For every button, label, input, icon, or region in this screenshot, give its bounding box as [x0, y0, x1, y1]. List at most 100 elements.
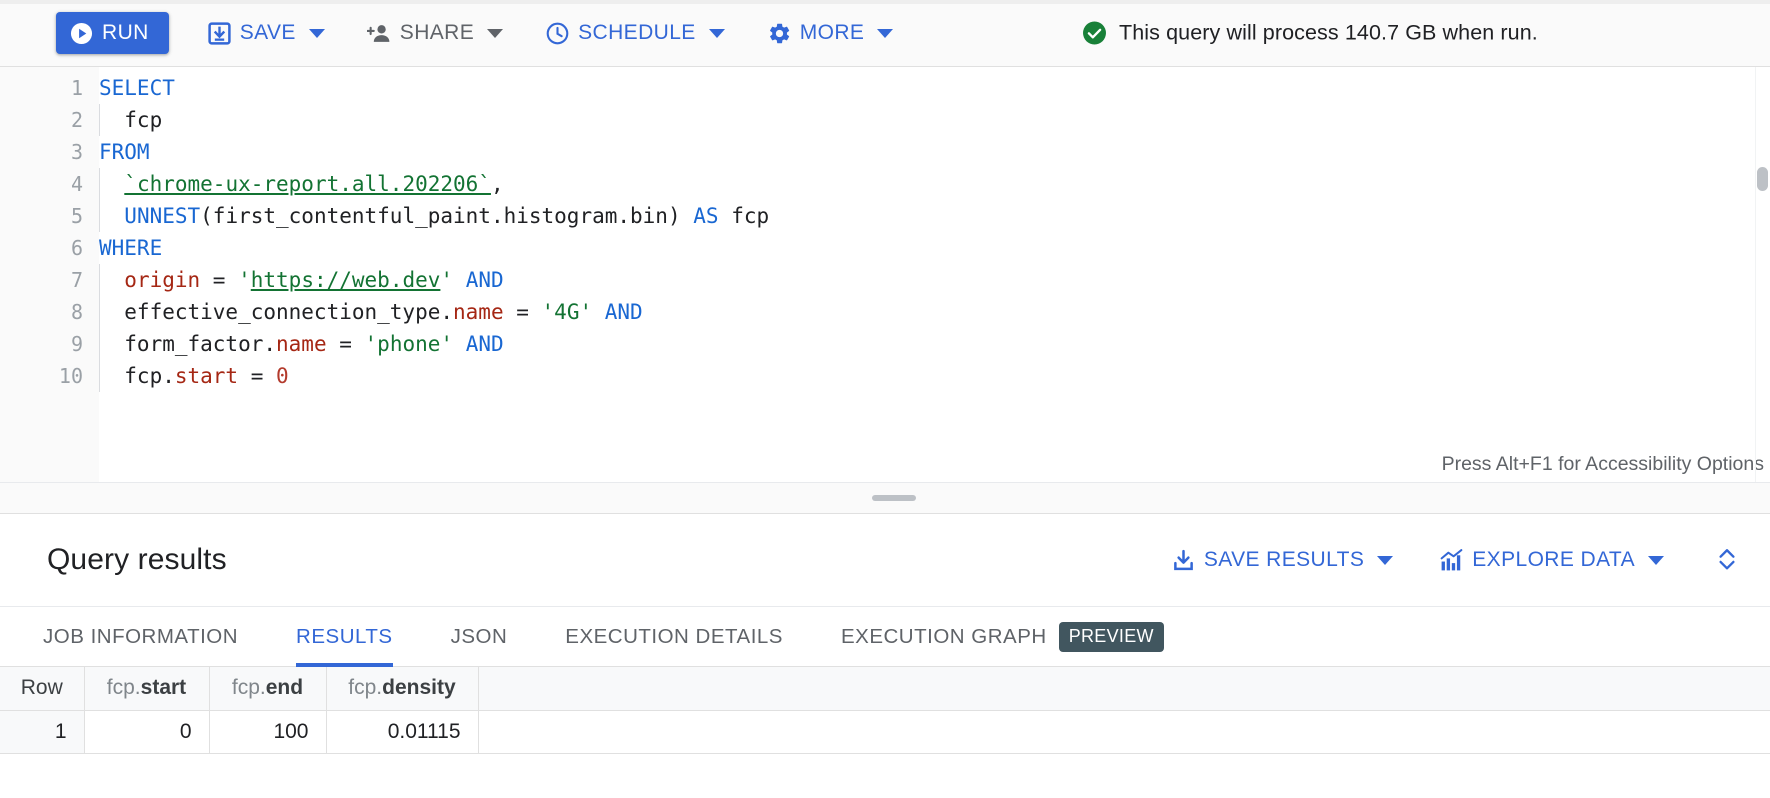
line-number: 1	[0, 72, 99, 104]
code-token: =	[238, 364, 276, 388]
splitter-grip-handle[interactable]	[872, 495, 916, 501]
save-button-label: SAVE	[240, 21, 296, 45]
code-token	[453, 268, 466, 292]
tab-results[interactable]: RESULTS	[267, 607, 422, 667]
code-token	[453, 332, 466, 356]
code-token: fcp.	[99, 364, 175, 388]
code-token: WHERE	[99, 236, 162, 260]
code-token: start	[175, 364, 238, 388]
share-button[interactable]: SHARE	[363, 12, 507, 54]
results-tab-bar[interactable]: JOB INFORMATION RESULTS JSON EXECUTION DETA…	[0, 606, 1770, 667]
code-line-text[interactable]: `chrome-ux-report.all.202206`,	[99, 168, 504, 200]
chevron-up-down-icon	[1713, 544, 1741, 577]
editor-scrollbar[interactable]	[1755, 67, 1770, 482]
bigquery-console: RUN SAVE SHARE	[0, 0, 1770, 798]
chart-line-icon	[1439, 548, 1464, 573]
cell-start: 0	[84, 710, 209, 753]
code-line: 7 origin = 'https://web.dev' AND	[0, 264, 1770, 296]
table-header-row: Rowfcp.startfcp.endfcp.density	[0, 667, 1770, 710]
code-token: name	[453, 300, 504, 324]
gear-icon	[767, 21, 792, 46]
code-line-text[interactable]: FROM	[99, 136, 150, 168]
save-results-label: SAVE RESULTS	[1204, 548, 1364, 572]
code-line-text[interactable]: origin = 'https://web.dev' AND	[99, 264, 504, 296]
code-token: name	[276, 332, 327, 356]
code-line: 9 form_factor.name = 'phone' AND	[0, 328, 1770, 360]
code-line-text[interactable]: WHERE	[99, 232, 162, 264]
code-token: =	[200, 268, 238, 292]
more-button[interactable]: MORE	[763, 12, 898, 54]
line-number: 3	[0, 136, 99, 168]
results-actions: SAVE RESULTS EXPLORE DATA	[1125, 540, 1744, 580]
tab-job-information[interactable]: JOB INFORMATION	[14, 607, 267, 667]
run-button[interactable]: RUN	[56, 12, 169, 54]
line-number: 2	[0, 104, 99, 136]
code-line: 5 UNNEST(first_contentful_paint.histogra…	[0, 200, 1770, 232]
line-number: 10	[0, 360, 99, 392]
code-line-text[interactable]: form_factor.name = 'phone' AND	[99, 328, 504, 360]
code-token	[99, 172, 124, 196]
expand-collapse-button[interactable]	[1710, 540, 1744, 580]
code-token	[99, 204, 124, 228]
code-token: (first_contentful_paint.histogram.bin)	[200, 204, 693, 228]
code-token: ,	[491, 172, 504, 196]
query-results-table: Rowfcp.startfcp.endfcp.density 101000.01…	[0, 667, 1770, 754]
cell-density: 0.01115	[326, 710, 478, 753]
chevron-down-icon	[877, 29, 893, 38]
editor-results-splitter[interactable]	[0, 482, 1770, 514]
table-row[interactable]: 101000.01115	[0, 710, 1770, 753]
code-token	[592, 300, 605, 324]
editor-scrollbar-thumb[interactable]	[1757, 167, 1768, 191]
code-token: fcp	[99, 108, 162, 132]
cell-filler	[478, 710, 1770, 753]
code-token: SELECT	[99, 76, 175, 100]
save-results-button[interactable]: SAVE RESULTS	[1171, 540, 1393, 580]
table-body: 101000.01115	[0, 710, 1770, 753]
tab-execution-graph[interactable]: EXECUTION GRAPHPREVIEW	[812, 607, 1193, 667]
chevron-down-icon	[709, 29, 725, 38]
line-number: 4	[0, 168, 99, 200]
column-header-row[interactable]: Row	[0, 667, 84, 710]
column-header-start[interactable]: fcp.start	[84, 667, 209, 710]
line-number: 9	[0, 328, 99, 360]
code-line-text[interactable]: SELECT	[99, 72, 175, 104]
code-token: origin	[124, 268, 200, 292]
code-token: AS	[693, 204, 718, 228]
code-line-text[interactable]: fcp.start = 0	[99, 360, 289, 392]
chevron-down-icon	[1377, 556, 1393, 565]
tab-label: RESULTS	[296, 625, 393, 649]
download-icon	[1171, 548, 1196, 573]
code-line-text[interactable]: UNNEST(first_contentful_paint.histogram.…	[99, 200, 769, 232]
accessibility-hint: Press Alt+F1 for Accessibility Options	[1442, 453, 1764, 476]
explore-data-button[interactable]: EXPLORE DATA	[1439, 540, 1664, 580]
sql-editor[interactable]: 1SELECT2 fcp3FROM4 `chrome-ux-report.all…	[0, 67, 1770, 482]
column-header-end[interactable]: fcp.end	[209, 667, 326, 710]
more-button-label: MORE	[800, 21, 865, 45]
cell-row: 1	[0, 710, 84, 753]
column-prefix: fcp.	[232, 676, 266, 699]
code-token: 0	[276, 364, 289, 388]
code-line: 1SELECT	[0, 72, 1770, 104]
line-number: 7	[0, 264, 99, 296]
tab-json[interactable]: JSON	[422, 607, 537, 667]
code-token: =	[327, 332, 365, 356]
preview-badge: PREVIEW	[1059, 622, 1164, 652]
code-token: '4G'	[542, 300, 593, 324]
sql-code-content[interactable]: 1SELECT2 fcp3FROM4 `chrome-ux-report.all…	[0, 67, 1770, 392]
cell-end: 100	[209, 710, 326, 753]
schedule-button[interactable]: SCHEDULE	[541, 12, 729, 54]
code-line: 6WHERE	[0, 232, 1770, 264]
validation-text: This query will process 140.7 GB when ru…	[1119, 21, 1538, 46]
column-name: end	[266, 676, 303, 699]
code-token: UNNEST	[124, 204, 200, 228]
tab-label: EXECUTION DETAILS	[565, 625, 783, 649]
save-button[interactable]: SAVE	[203, 12, 329, 54]
tab-execution-details[interactable]: EXECUTION DETAILS	[536, 607, 812, 667]
column-header-density[interactable]: fcp.density	[326, 667, 478, 710]
code-line-text[interactable]: fcp	[99, 104, 162, 136]
code-token: 'phone'	[365, 332, 454, 356]
code-token: =	[504, 300, 542, 324]
query-results-header: Query results SAVE RESULTS	[0, 514, 1770, 606]
code-token: `chrome-ux-report.all.202206`	[124, 172, 491, 196]
code-line-text[interactable]: effective_connection_type.name = '4G' AN…	[99, 296, 643, 328]
